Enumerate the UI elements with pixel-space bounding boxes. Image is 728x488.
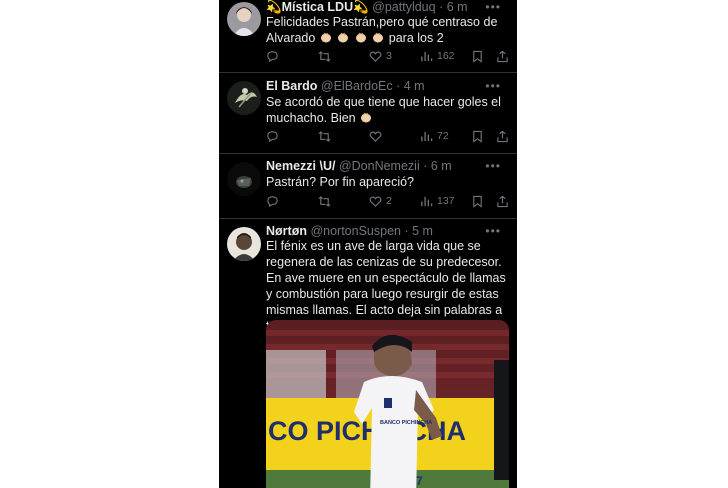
author-handle[interactable]: @nortonSuspen (310, 224, 401, 238)
retweet-icon (318, 130, 331, 142)
reply-icon (267, 195, 278, 207)
author-name[interactable]: Nørtøn (266, 224, 307, 238)
timestamp[interactable]: · 6 m (423, 159, 451, 173)
timestamp[interactable]: · 5 m (404, 224, 432, 238)
more-icon[interactable]: ••• (485, 77, 501, 95)
action-bar: 2 137 (266, 193, 509, 209)
author-name[interactable]: Nemezzi \U/ (266, 159, 335, 173)
timeline: 💫Mística LDU💫 @pattylduq · 6 m ••• Felic… (219, 0, 517, 488)
reply-button[interactable] (266, 48, 279, 64)
reply-icon (267, 130, 278, 142)
timestamp[interactable]: · 6 m (439, 0, 467, 14)
author-name[interactable]: 💫Mística LDU💫 (266, 0, 369, 14)
tweet-media-photo[interactable]: CO PICHINCHA BANCO PICHINCHA 7 (266, 320, 509, 488)
more-icon[interactable]: ••• (485, 157, 501, 175)
like-button[interactable]: 3 (369, 48, 392, 64)
views-count: 72 (437, 130, 449, 142)
tweet-text: Pastrán? Por fin apareció? (266, 174, 509, 190)
timestamp[interactable]: · 4 m (396, 79, 424, 93)
bookmark-icon (473, 50, 482, 63)
avatar[interactable] (227, 162, 261, 196)
tweet-text-body: Pastrán? Por fin apareció? (266, 175, 415, 189)
tweet[interactable]: 💫Mística LDU💫 @pattylduq · 6 m ••• Felic… (219, 0, 517, 72)
tweet[interactable]: Nemezzi \U/ @DonNemezii · 6 m ••• Pastrá… (219, 154, 517, 218)
share-icon (497, 195, 508, 207)
avatar[interactable] (227, 227, 261, 261)
action-bar: 3 162 (266, 48, 509, 64)
bookmark-icon (473, 195, 482, 208)
like-button[interactable] (369, 128, 382, 144)
retweet-button[interactable] (318, 193, 331, 209)
retweet-button[interactable] (318, 128, 331, 144)
retweet-button[interactable] (318, 48, 331, 64)
share-button[interactable] (496, 48, 509, 64)
reply-button[interactable] (266, 128, 279, 144)
share-button[interactable] (496, 128, 509, 144)
reply-icon (267, 50, 278, 62)
tweet-text-suffix: para los 2 (388, 31, 444, 45)
like-icon (369, 196, 382, 207)
views-count: 162 (437, 50, 455, 62)
share-icon (497, 50, 508, 62)
clap-emoji-icon (360, 111, 372, 123)
views-button[interactable]: 72 (420, 128, 449, 144)
author-handle[interactable]: @pattylduq (372, 0, 435, 14)
tweet-text: Felicidades Pastrán,pero qué centraso de… (266, 14, 509, 46)
like-count: 3 (386, 50, 392, 62)
tweet-text-body: Se acordó de que tiene que hacer goles e… (266, 95, 501, 125)
reply-button[interactable] (266, 193, 279, 209)
author-handle[interactable]: @DonNemezii (339, 159, 420, 173)
tweet-text: Se acordó de que tiene que hacer goles e… (266, 94, 509, 126)
tweet-text-body: El fénix es un ave de larga vida que se … (266, 239, 506, 333)
views-icon (421, 51, 433, 61)
views-button[interactable]: 162 (420, 48, 455, 64)
bookmark-button[interactable] (471, 193, 484, 209)
like-button[interactable]: 2 (369, 193, 392, 209)
bookmark-icon (473, 130, 482, 143)
like-icon (369, 51, 382, 62)
author-handle[interactable]: @ElBardoEc (321, 79, 393, 93)
clap-emoji-icon (337, 31, 349, 43)
share-icon (497, 130, 508, 142)
bookmark-button[interactable] (471, 128, 484, 144)
shirt-sponsor: BANCO PICHINCHA (380, 420, 432, 426)
shirt-number: 7 (416, 474, 423, 488)
views-button[interactable]: 137 (420, 193, 455, 209)
avatar[interactable] (227, 81, 261, 115)
clap-emoji-icon (355, 31, 367, 43)
like-icon (369, 131, 382, 142)
bookmark-button[interactable] (471, 48, 484, 64)
author-name[interactable]: El Bardo (266, 79, 317, 93)
action-bar: 72 (266, 128, 509, 144)
clap-emoji-icon (372, 31, 384, 43)
clap-emoji-icon (320, 31, 332, 43)
retweet-icon (318, 50, 331, 62)
views-count: 137 (437, 195, 455, 207)
like-count: 2 (386, 195, 392, 207)
views-icon (421, 131, 433, 141)
views-icon (421, 196, 433, 206)
retweet-icon (318, 195, 331, 207)
avatar[interactable] (227, 2, 261, 36)
share-button[interactable] (496, 193, 509, 209)
tweet[interactable]: El Bardo @ElBardoEc · 4 m ••• Se acordó … (219, 73, 517, 153)
